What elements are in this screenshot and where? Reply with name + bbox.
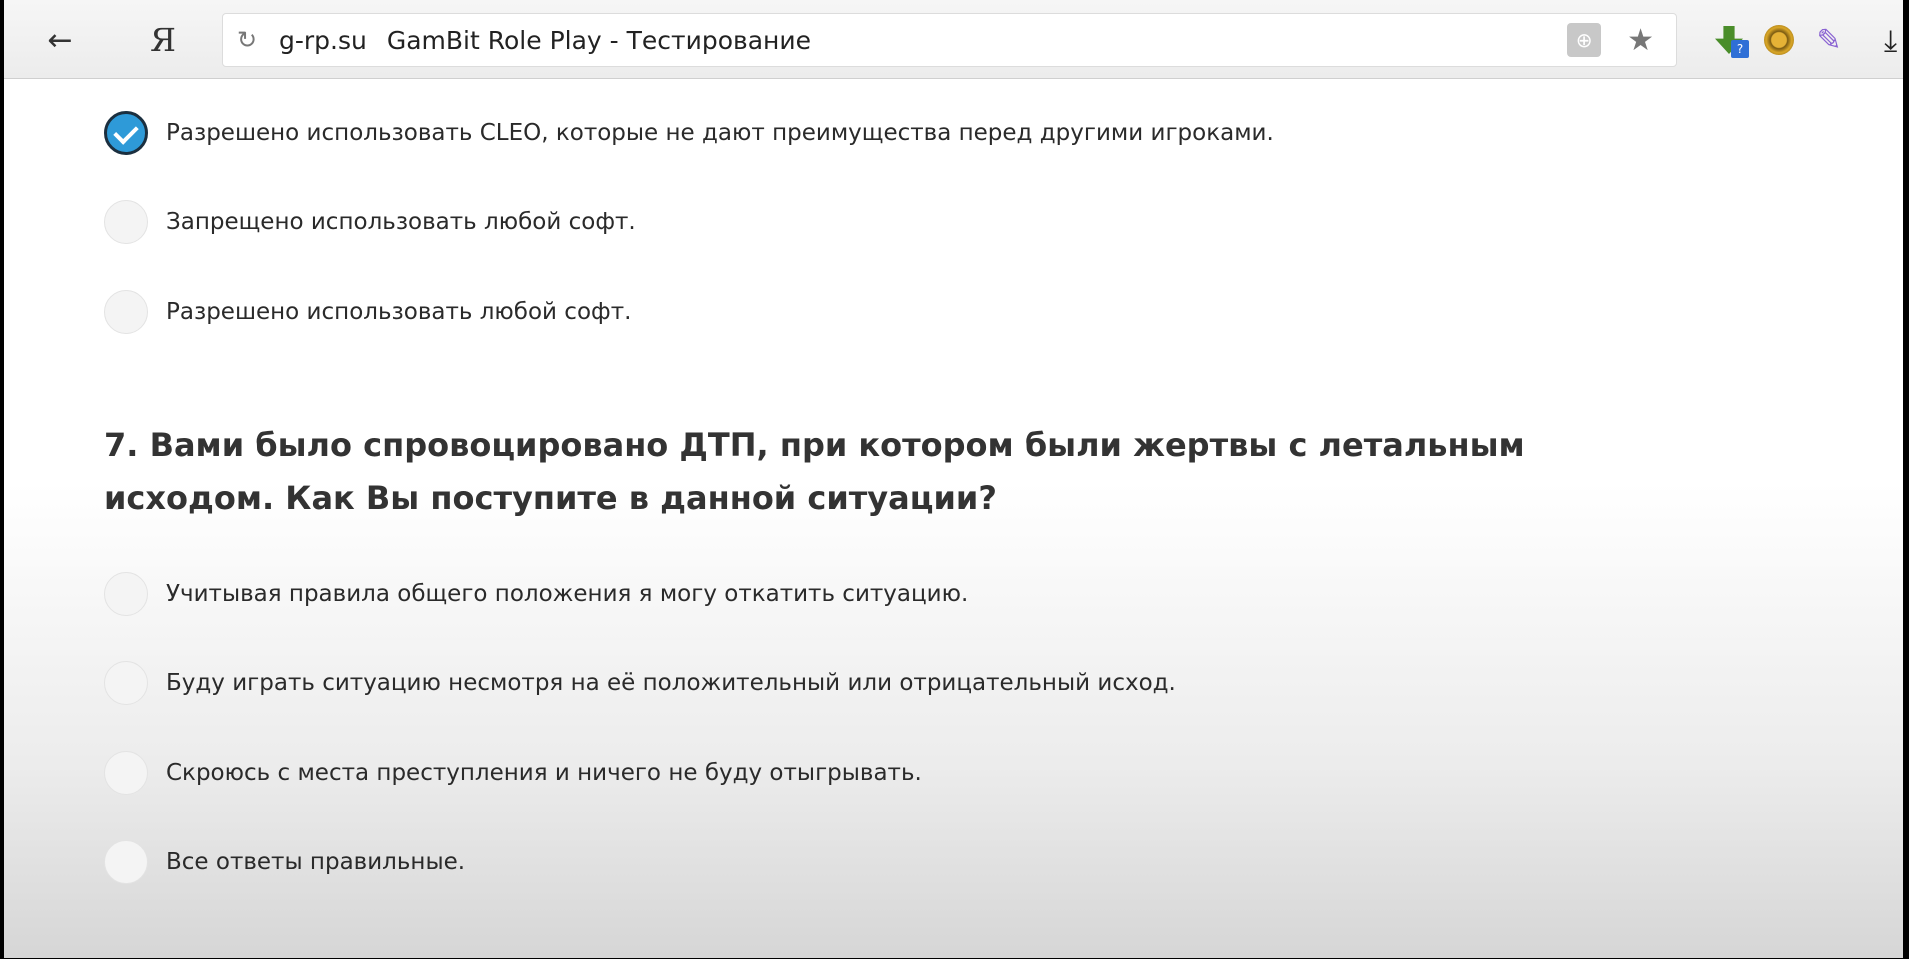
- yandex-logo: Я: [150, 21, 176, 59]
- arrow-left-icon: ←: [47, 22, 73, 58]
- answer-option[interactable]: Запрещено использовать любой софт.: [104, 197, 636, 247]
- pen-extension-icon[interactable]: ✎: [1807, 18, 1851, 62]
- answer-option[interactable]: Буду играть ситуацию несмотря на её поло…: [104, 658, 1176, 708]
- test-page: Разрешено использовать CLEO, которые не …: [4, 79, 1903, 958]
- question-text: 7. Вами было спровоцировано ДТП, при кот…: [104, 426, 1525, 517]
- extensions-bar: ? ✎: [1707, 18, 1857, 62]
- star-icon[interactable]: ★: [1627, 23, 1654, 58]
- option-label: Скроюсь с места преступления и ничего не…: [166, 760, 922, 786]
- browser-window: ← Я ↻ g-rp.su GamBit Role Play - Тестиро…: [4, 0, 1903, 958]
- coin-extension-icon[interactable]: [1757, 18, 1801, 62]
- radio-unchecked-icon[interactable]: [104, 661, 148, 705]
- page-title: GamBit Role Play - Тестирование: [386, 25, 812, 55]
- radio-checked-icon[interactable]: [104, 111, 148, 155]
- option-label: Все ответы правильные.: [166, 849, 466, 875]
- option-label: Буду играть ситуацию несмотря на её поло…: [166, 670, 1176, 696]
- answer-option[interactable]: Все ответы правильные.: [104, 837, 465, 887]
- answer-option[interactable]: Скроюсь с места преступления и ничего не…: [104, 748, 922, 798]
- radio-unchecked-icon[interactable]: [104, 751, 148, 795]
- option-label: Запрещено использовать любой софт.: [166, 209, 636, 235]
- yandex-button[interactable]: Я: [139, 16, 187, 64]
- radio-unchecked-icon[interactable]: [104, 572, 148, 616]
- answer-option[interactable]: Разрешено использовать CLEO, которые не …: [104, 108, 1274, 158]
- option-label: Разрешено использовать любой софт.: [166, 299, 632, 325]
- omnibox-actions: ⊕ ★: [1567, 23, 1676, 58]
- radio-unchecked-icon[interactable]: [104, 290, 148, 334]
- back-button[interactable]: ←: [34, 16, 86, 64]
- address-host: g-rp.su: [279, 25, 367, 55]
- option-label: Разрешено использовать CLEO, которые не …: [166, 120, 1274, 146]
- answer-option[interactable]: Учитывая правила общего положения я могу…: [104, 569, 968, 619]
- answer-option[interactable]: Разрешено использовать любой софт.: [104, 287, 631, 337]
- option-label: Учитывая правила общего положения я могу…: [166, 581, 969, 607]
- download-icon[interactable]: ⤓: [1884, 24, 1897, 59]
- download-saver-icon[interactable]: ?: [1707, 18, 1751, 62]
- radio-unchecked-icon[interactable]: [104, 200, 148, 244]
- browser-toolbar: ← Я ↻ g-rp.su GamBit Role Play - Тестиро…: [4, 0, 1903, 79]
- globe-icon[interactable]: ⊕: [1567, 23, 1602, 57]
- reload-icon[interactable]: ↻: [237, 26, 265, 54]
- radio-unchecked-icon[interactable]: [104, 840, 148, 884]
- address-bar[interactable]: ↻ g-rp.su GamBit Role Play - Тестировани…: [222, 13, 1677, 67]
